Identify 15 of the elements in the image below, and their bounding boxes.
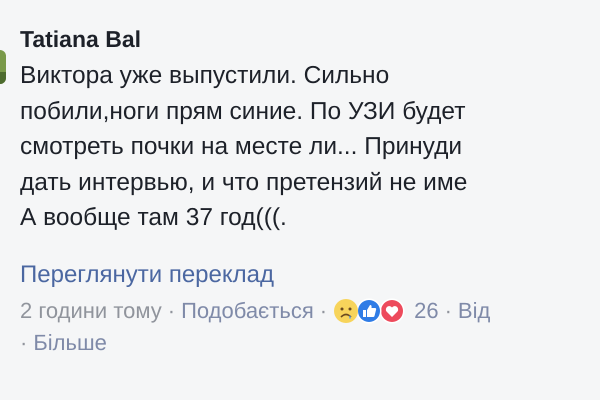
sad-face-icon <box>333 298 360 324</box>
separator-dot: · <box>20 328 28 356</box>
separator-dot: · <box>444 296 452 324</box>
thumbs-up-icon <box>356 298 382 324</box>
heart-icon <box>379 298 406 324</box>
reply-link[interactable]: Від <box>458 296 490 326</box>
separator-dot: · <box>320 296 328 324</box>
translate-link[interactable]: Переглянути переклад <box>20 260 490 290</box>
like-link[interactable]: Подобається <box>181 296 314 326</box>
author-name[interactable]: Tatiana Bal <box>20 24 490 54</box>
more-link[interactable]: Більше <box>33 328 107 358</box>
separator-dot: · <box>168 296 176 324</box>
comment-text: Виктора уже выпустили. Сильно побили,ноги прям синие. По УЗИ будет смотреть почки на месте ли... Принуди дать интервью, и что претензий не име А вообще там 37 год(((. <box>20 61 468 233</box>
timestamp[interactable]: 2 години тому <box>20 296 162 326</box>
reaction-count[interactable]: 26 <box>414 296 439 326</box>
